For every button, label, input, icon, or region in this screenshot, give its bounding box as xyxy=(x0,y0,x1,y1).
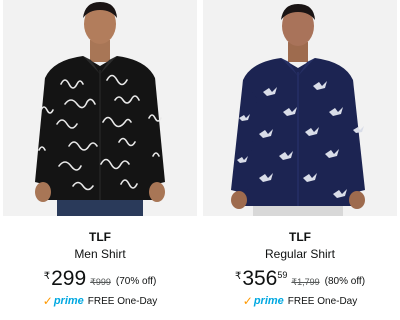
product-card[interactable]: TLF Regular Shirt ₹ 356 59 ₹1,799 (80% o… xyxy=(203,0,397,320)
product-brand: TLF xyxy=(289,230,311,244)
mrp-price: ₹999 xyxy=(90,277,111,287)
discount-percent: (70% off) xyxy=(115,276,157,287)
product-image[interactable] xyxy=(3,0,197,216)
product-grid: TLF Men Shirt ₹ 299 ₹999 (70% off) ✓ pri… xyxy=(0,0,400,320)
navy-shirt-model-image xyxy=(231,4,365,216)
product-brand: TLF xyxy=(89,230,111,244)
price-fraction: 59 xyxy=(277,270,288,280)
product-title[interactable]: Men Shirt xyxy=(3,247,197,261)
prime-logo: prime xyxy=(253,295,284,307)
mrp-price: ₹1,799 xyxy=(291,277,320,287)
product-image[interactable] xyxy=(203,0,397,216)
currency-symbol: ₹ xyxy=(234,271,242,282)
delivery-row: ✓ prime FREE One-Day xyxy=(203,295,397,307)
delivery-row: ✓ prime FREE One-Day xyxy=(3,295,197,307)
delivery-text: FREE One-Day xyxy=(287,295,358,307)
prime-logo: prime xyxy=(53,295,84,307)
prime-check-icon: ✓ xyxy=(42,294,53,308)
price-row: ₹ 299 ₹999 (70% off) xyxy=(3,268,197,290)
currency-symbol: ₹ xyxy=(43,271,51,282)
discount-percent: (80% off) xyxy=(324,276,366,287)
prime-check-icon: ✓ xyxy=(242,294,253,308)
price-row: ₹ 356 59 ₹1,799 (80% off) xyxy=(203,268,397,290)
product-card[interactable]: TLF Men Shirt ₹ 299 ₹999 (70% off) ✓ pri… xyxy=(3,0,197,320)
product-title[interactable]: Regular Shirt xyxy=(203,247,397,261)
price-whole: 356 xyxy=(242,267,278,290)
delivery-text: FREE One-Day xyxy=(87,295,158,307)
black-shirt-model-image xyxy=(35,2,165,216)
price-whole: 299 xyxy=(51,267,87,290)
